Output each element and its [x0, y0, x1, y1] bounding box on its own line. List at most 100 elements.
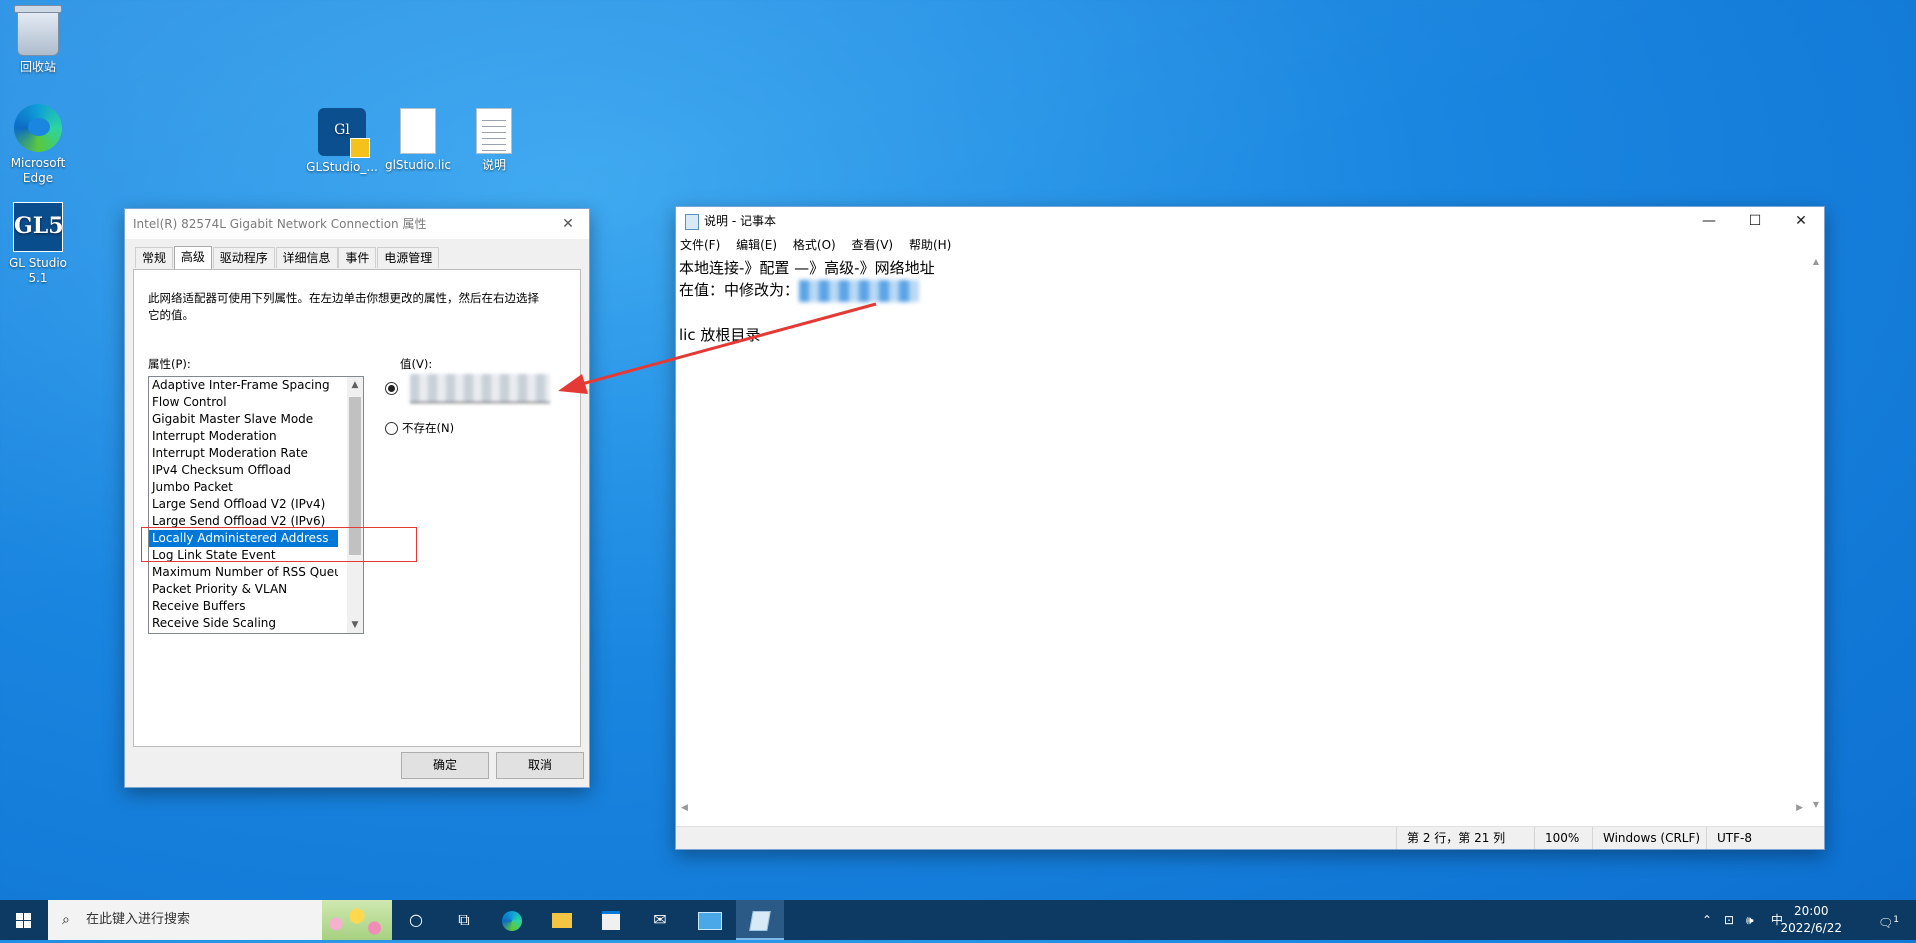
ok-button[interactable]: 确定	[401, 752, 489, 779]
horizontal-scrollbar[interactable]: ◀ ▶	[677, 803, 1807, 817]
scroll-up-icon[interactable]: ▲	[347, 377, 363, 393]
text-line	[679, 302, 935, 324]
cursor-position: 第 2 行，第 21 列	[1396, 827, 1505, 849]
property-list-item[interactable]: IPv4 Checksum Offload	[149, 462, 338, 479]
glstudio-app-icon: Gl	[318, 108, 370, 158]
status-bar: 第 2 行，第 21 列 100% Windows (CRLF) UTF-8	[676, 826, 1824, 849]
description-text: 此网络适配器可使用下列属性。在左边单击你想更改的属性，然后在右边选择它的值。	[148, 291, 539, 322]
scroll-left-icon[interactable]: ◀	[681, 803, 688, 813]
menu-edit[interactable]: 编辑(E)	[736, 238, 777, 252]
desktop-icon-glstudio-shortcut[interactable]: Gl GLStudio_...	[304, 108, 380, 175]
menu-help[interactable]: 帮助(H)	[909, 238, 951, 252]
value-label: 值(V):	[400, 357, 433, 371]
close-icon[interactable]: ✕	[555, 209, 581, 239]
mail-icon[interactable]: ✉	[636, 900, 684, 940]
clock[interactable]: 20:00 2022/6/22	[1780, 903, 1842, 937]
cancel-button[interactable]: 取消	[496, 752, 584, 779]
desktop-icon-lic-file[interactable]: glStudio.lic	[380, 108, 456, 173]
notepad-titlebar[interactable]: 说明 - 记事本 — ☐ ✕	[676, 207, 1824, 235]
notepad-taskbar-icon[interactable]	[736, 900, 784, 940]
text-line: lic 放根目录	[679, 325, 761, 344]
text-line-with-value: 在值：中修改为：	[679, 279, 935, 302]
glstudio-taskbar-icon[interactable]	[686, 900, 734, 940]
tab-details[interactable]: 详细信息	[275, 247, 338, 268]
text-line: 本地连接-》配置 —》高级-》网络地址	[679, 259, 935, 277]
property-list-item[interactable]: Adaptive Inter-Frame Spacing	[149, 377, 338, 394]
scroll-up-icon[interactable]: ▲	[1809, 257, 1823, 266]
property-list[interactable]: Adaptive Inter-Frame Spacing Flow Control…	[148, 376, 364, 634]
dialog-title: Intel(R) 82574L Gigabit Network Connecti…	[133, 217, 427, 231]
property-list-item[interactable]: Jumbo Packet	[149, 479, 338, 496]
task-view-icon[interactable]: ⧉	[440, 900, 488, 940]
windows-logo-icon	[16, 913, 31, 928]
desktop-icon-label: 回收站	[19, 60, 56, 74]
taskbar-search-box[interactable]: ⌕ 在此键入进行搜索	[48, 900, 392, 940]
notification-count: 1	[1893, 915, 1899, 925]
property-list-item[interactable]: Packet Priority & VLAN	[149, 581, 338, 598]
start-button[interactable]	[0, 900, 48, 940]
volume-icon[interactable]: 🕪	[1746, 900, 1754, 940]
value-input-redacted[interactable]	[410, 374, 550, 403]
tab-advanced[interactable]: 高级	[173, 246, 212, 269]
text-file-icon	[476, 108, 512, 154]
maximize-icon[interactable]: ☐	[1732, 207, 1778, 235]
close-icon[interactable]: ✕	[1778, 207, 1824, 235]
annotation-highlight-box	[141, 527, 417, 562]
cortana-icon[interactable]: ○	[392, 900, 440, 940]
desktop-icon-edge[interactable]: Microsoft Edge	[0, 104, 76, 186]
tab-events[interactable]: 事件	[338, 247, 377, 268]
text-editor[interactable]: 本地连接-》配置 —》高级-》网络地址 在值：中修改为： lic 放根目录	[679, 257, 935, 346]
not-present-radio[interactable]	[385, 422, 398, 435]
property-list-item[interactable]: Large Send Offload V2 (IPv4)	[149, 496, 338, 513]
store-icon[interactable]	[587, 900, 635, 940]
notepad-window: 说明 - 记事本 — ☐ ✕ 文件(F) 编辑(E) 格式(O) 查看(V) 帮…	[675, 206, 1825, 850]
desktop-icon-label: GL Studio 5.1	[8, 256, 68, 285]
desktop-icon-gl-studio[interactable]: GL5 GL Studio 5.1	[0, 202, 76, 286]
line-ending: Windows (CRLF)	[1592, 827, 1700, 849]
search-highlight-image	[322, 900, 392, 940]
tab-general[interactable]: 常规	[135, 247, 174, 268]
network-icon[interactable]: ⊡	[1724, 900, 1734, 940]
tab-power-management[interactable]: 电源管理	[377, 247, 440, 268]
show-hidden-icons-icon[interactable]: ⌃	[1702, 900, 1712, 940]
taskbar: ⌕ 在此键入进行搜索 ○ ⧉ ✉ ⌃ ⊡ 🕪 中 20:00 2022/6/22…	[0, 900, 1916, 940]
notification-icon[interactable]: 🗨1	[1878, 900, 1899, 943]
menu-format[interactable]: 格式(O)	[793, 238, 836, 252]
minimize-icon[interactable]: —	[1686, 207, 1732, 235]
search-icon: ⌕	[62, 912, 70, 928]
encoding: UTF-8	[1706, 827, 1752, 849]
search-placeholder: 在此键入进行搜索	[86, 912, 191, 927]
property-list-item[interactable]: Receive Side Scaling	[149, 615, 338, 632]
edge-taskbar-icon[interactable]	[488, 900, 536, 940]
property-list-item[interactable]: Flow Control	[149, 394, 338, 411]
zoom-level: 100%	[1534, 827, 1579, 849]
menu-bar: 文件(F) 编辑(E) 格式(O) 查看(V) 帮助(H)	[676, 235, 1824, 255]
scroll-down-icon[interactable]: ▼	[347, 617, 363, 633]
notepad-title: 说明 - 记事本	[704, 214, 776, 228]
value-radio[interactable]	[385, 382, 398, 395]
network-properties-dialog: Intel(R) 82574L Gigabit Network Connecti…	[124, 208, 590, 788]
property-list-item[interactable]: Maximum Number of RSS Queue	[149, 564, 338, 581]
menu-file[interactable]: 文件(F)	[680, 238, 720, 252]
menu-view[interactable]: 查看(V)	[852, 238, 894, 252]
desktop-icon-recycle-bin[interactable]: 回收站	[0, 5, 76, 75]
desktop-icon-readme[interactable]: 说明	[456, 108, 532, 173]
dialog-titlebar[interactable]: Intel(R) 82574L Gigabit Network Connecti…	[125, 209, 589, 239]
clock-date: 2022/6/22	[1780, 921, 1842, 935]
tab-driver[interactable]: 驱动程序	[212, 247, 275, 268]
scroll-down-icon[interactable]: ▼	[1809, 800, 1823, 809]
property-list-item[interactable]: Receive Buffers	[149, 598, 338, 615]
not-present-label[interactable]: 不存在(N)	[402, 420, 454, 436]
list-scrollbar[interactable]: ▲ ▼	[347, 377, 363, 633]
file-explorer-icon[interactable]	[538, 900, 586, 940]
vertical-scrollbar[interactable]: ▲ ▼	[1809, 257, 1823, 809]
scroll-right-icon[interactable]: ▶	[1796, 803, 1803, 813]
notepad-icon	[685, 214, 699, 230]
property-list-item[interactable]: Interrupt Moderation	[149, 428, 338, 445]
desktop-icon-label: 说明	[481, 158, 506, 172]
redacted-value	[799, 279, 920, 302]
advanced-tab-panel: 此网络适配器可使用下列属性。在左边单击你想更改的属性，然后在右边选择它的值。 属…	[133, 269, 581, 747]
property-list-item[interactable]: Interrupt Moderation Rate	[149, 445, 338, 462]
property-list-item[interactable]: Gigabit Master Slave Mode	[149, 411, 338, 428]
tab-strip: 常规 高级 驱动程序 详细信息 事件 电源管理	[135, 246, 440, 269]
